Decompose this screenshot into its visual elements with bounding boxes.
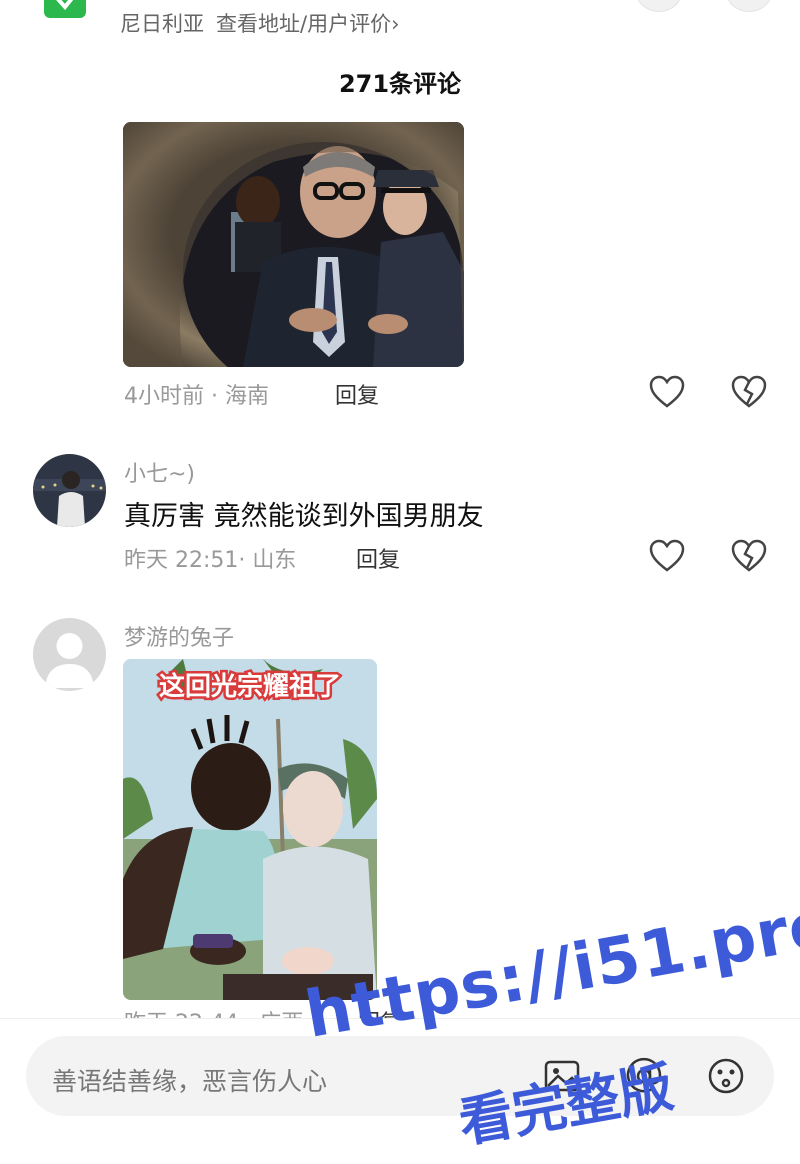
check-icon (56, 0, 74, 10)
couple-kiss-image: 这回光宗耀祖了 (123, 659, 377, 1000)
address-link[interactable]: 查看地址/用户评价 (216, 12, 391, 36)
emoji-icon[interactable] (706, 1056, 746, 1096)
avatar[interactable] (33, 454, 106, 527)
username[interactable]: 梦游的兔子 (124, 620, 234, 652)
verified-badge (44, 0, 86, 18)
location-text: 尼日利亚 (120, 12, 204, 36)
heart-icon[interactable] (649, 375, 685, 409)
username[interactable]: 小七~) (124, 456, 195, 488)
chevron-right-icon: › (391, 12, 400, 36)
comment-text: 真厉害 竟然能谈到外国男朋友 (124, 501, 484, 532)
location-row[interactable]: 尼日利亚 查看地址/用户评价› (120, 8, 399, 38)
close-button[interactable] (726, 0, 772, 12)
comment-time-location: 4小时前 · 海南 (124, 384, 269, 409)
comment-image[interactable] (123, 122, 464, 367)
prison-tunnel-image (123, 122, 464, 367)
comment-time-location: 昨天 22:51· 山东 (124, 548, 297, 573)
top-action-button[interactable] (636, 0, 682, 12)
avatar[interactable] (33, 618, 106, 691)
comment-count-title: 271条评论 (338, 70, 462, 98)
broken-heart-icon[interactable] (731, 375, 767, 409)
broken-heart-icon[interactable] (731, 539, 767, 573)
heart-icon[interactable] (649, 539, 685, 573)
comment-input-placeholder: 善语结善缘，恶言伤人心 (52, 1067, 328, 1096)
comment-image[interactable]: 这回光宗耀祖了 (123, 659, 377, 1000)
reply-button[interactable]: 回复 (356, 542, 400, 574)
image-caption: 这回光宗耀祖了 (159, 671, 341, 702)
reply-button[interactable]: 回复 (335, 378, 379, 410)
